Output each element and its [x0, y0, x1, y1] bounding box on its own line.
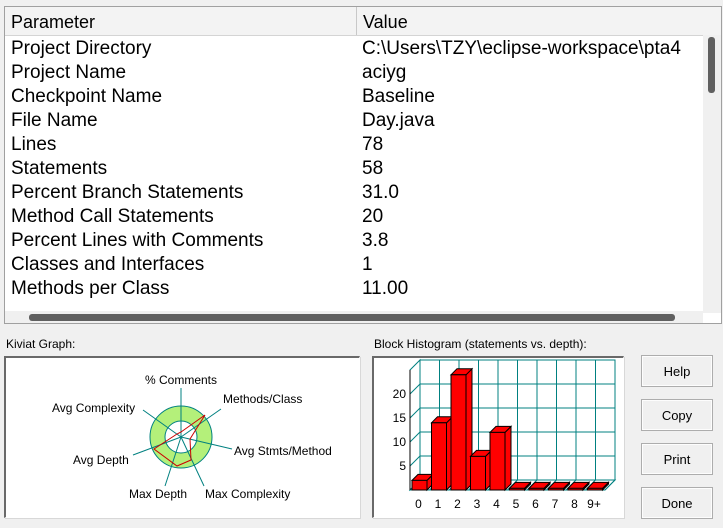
table-row[interactable]: Classes and Interfaces 1 [5, 253, 703, 277]
kiviat-axis-label: Avg Complexity [52, 401, 135, 415]
histogram-x-tick-label: 9+ [587, 497, 601, 511]
histogram-svg: 51015200 1 2 3 4 5 6 7 8 9+ [393, 358, 617, 511]
histogram-y-tick-label: 5 [399, 459, 406, 473]
value-cell: aciyg [362, 62, 407, 83]
value-cell: Day.java [362, 110, 435, 131]
histogram-bar [489, 431, 506, 491]
table-row[interactable]: Lines 78 [5, 133, 703, 157]
done-button[interactable]: Done [641, 487, 713, 519]
histogram-x-tick-label: 5 [513, 497, 520, 511]
histogram-bar-side [504, 425, 512, 492]
parameter-cell: Percent Lines with Comments [11, 230, 264, 251]
kiviat-graph-label: Kiviat Graph: [6, 337, 76, 351]
histogram-x-tick-label: 1 [435, 497, 442, 511]
kiviat-axis-label: Methods/Class [223, 392, 302, 406]
parameter-cell: Statements [11, 158, 108, 179]
vertical-scroll-thumb[interactable] [708, 37, 715, 93]
value-cell: 11.00 [362, 278, 409, 299]
histogram-label: Block Histogram (statements vs. depth): [374, 337, 587, 351]
parameter-cell: Methods per Class [11, 278, 170, 299]
histogram-bar [450, 374, 467, 491]
help-button[interactable]: Help [641, 355, 713, 387]
print-button[interactable]: Print [641, 443, 713, 475]
histogram-y-tick-label: 20 [393, 387, 407, 401]
histogram-bar [411, 479, 428, 491]
histogram-x-tick-label: 2 [454, 497, 461, 511]
histogram-y-tick-label: 10 [393, 435, 407, 449]
kiviat-axis-label: Avg Depth [73, 453, 129, 467]
kiviat-axis-label: Avg Stmts/Method [234, 444, 332, 458]
value-cell: Baseline [362, 86, 435, 107]
parameter-cell: Project Directory [11, 38, 152, 59]
value-cell: 1 [362, 254, 373, 275]
value-cell: 78 [362, 134, 384, 155]
histogram-x-tick-label: 7 [552, 497, 559, 511]
parameter-cell: File Name [11, 110, 98, 131]
parameter-cell: Method Call Statements [11, 206, 214, 227]
table-row[interactable]: File Name Day.java [5, 109, 703, 133]
kiviat-svg: % Comments Methods/Class Avg Stmts/Metho… [52, 373, 332, 501]
block-histogram: 5 10 15 20 0 1 2 3 4 5 6 7 8 9+ [372, 356, 624, 518]
kiviat-axis-label: Max Complexity [205, 487, 290, 501]
value-cell: 3.8 [362, 230, 389, 251]
value-cell: 20 [362, 206, 384, 227]
histogram-y-tick-label: 15 [393, 411, 407, 425]
column-header-parameter[interactable]: Parameter [5, 7, 357, 35]
table-row[interactable]: Methods per Class 11.00 [5, 277, 703, 301]
table-header: Parameter Value [5, 7, 721, 36]
histogram-bar [567, 487, 584, 491]
kiviat-graph: % Comments Methods/Class Avg Stmts/Metho… [4, 356, 360, 518]
histogram-x-tick-label: 6 [532, 497, 539, 511]
table-body: Project Directory C:\Users\TZY\eclipse-wo… [5, 37, 703, 313]
horizontal-scroll-thumb[interactable] [29, 314, 675, 321]
vertical-scrollbar[interactable] [703, 35, 721, 313]
histogram-bar [431, 422, 447, 491]
histogram-bar [548, 487, 564, 491]
parameter-cell: Project Name [11, 62, 127, 83]
histogram-x-tick-label: 0 [415, 497, 422, 511]
metrics-table: Parameter Value Project Directory C:\User… [4, 6, 722, 324]
parameter-cell: Lines [11, 134, 57, 155]
table-row[interactable]: Method Call Statements 20 [5, 205, 703, 229]
histogram-side-wall [409, 358, 421, 492]
histogram-bar [509, 487, 525, 491]
table-row[interactable]: Percent Lines with Comments 3.8 [5, 229, 703, 253]
histogram-x-tick-label: 8 [571, 497, 578, 511]
table-row[interactable]: Project Directory C:\Users\TZY\eclipse-wo… [5, 37, 703, 61]
value-cell: 31.0 [362, 182, 399, 203]
histogram-bar [470, 455, 486, 491]
copy-button[interactable]: Copy [641, 399, 713, 431]
kiviat-axis-label: % Comments [145, 373, 217, 387]
column-header-value[interactable]: Value [357, 7, 721, 35]
parameter-cell: Classes and Interfaces [11, 254, 205, 275]
horizontal-scrollbar[interactable] [5, 311, 703, 323]
table-row[interactable]: Checkpoint Name Baseline [5, 85, 703, 109]
histogram-bar [587, 487, 603, 491]
table-row[interactable]: Statements 58 [5, 157, 703, 181]
value-cell: 58 [362, 158, 384, 179]
value-cell: C:\Users\TZY\eclipse-workspace\pta4 [362, 38, 681, 59]
parameter-cell: Checkpoint Name [11, 86, 163, 107]
histogram-x-tick-label: 4 [493, 497, 500, 511]
histogram-bar [528, 487, 545, 491]
table-row[interactable]: Project Name aciyg [5, 61, 703, 85]
kiviat-axis-label: Max Depth [129, 487, 187, 501]
histogram-x-tick-label: 3 [474, 497, 481, 511]
table-row[interactable]: Percent Branch Statements 31.0 [5, 181, 703, 205]
parameter-cell: Percent Branch Statements [11, 182, 244, 203]
